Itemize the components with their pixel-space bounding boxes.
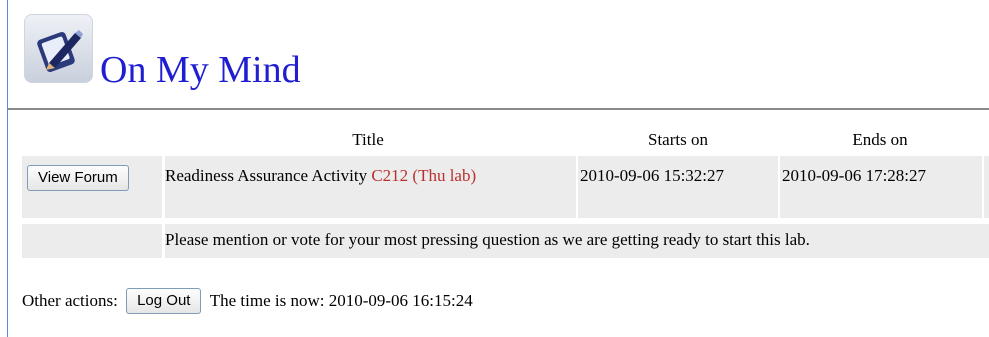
activity-room: C212 (Thu lab) (371, 166, 477, 185)
forum-table: Title Starts on Ends on View Forum Readi… (22, 126, 989, 258)
activity-title: Readiness Assurance Activity (165, 166, 368, 185)
starts-on-value: 2010-09-06 15:32:27 (580, 166, 725, 185)
title-cell: Readiness Assurance Activity C212 (Thu l… (165, 156, 576, 218)
other-actions-label: Other actions: (22, 291, 118, 311)
action-cell: View Forum (22, 156, 162, 218)
ends-on-value: 2010-09-06 17:28:27 (782, 166, 927, 185)
table-row: View Forum Readiness Assurance Activity … (22, 156, 989, 218)
row-end-cell (984, 156, 989, 218)
header: On My Mind (24, 14, 989, 98)
activity-description: Please mention or vote for your most pre… (165, 230, 810, 249)
pencil-notepad-icon (24, 14, 93, 83)
page-title: On My Mind (100, 49, 301, 91)
table-header: Title Starts on Ends on (22, 126, 989, 156)
column-header-starts-on: Starts on (648, 130, 708, 149)
log-out-button[interactable]: Log Out (126, 288, 202, 315)
header-divider (8, 108, 989, 110)
title-text-wrap: Readiness Assurance Activity C212 (Thu l… (165, 166, 476, 186)
description-row: Please mention or vote for your most pre… (22, 224, 989, 258)
current-time-text: The time is now: 2010-09-06 16:15:24 (209, 291, 473, 311)
footer: Other actions: Log Out The time is now: … (22, 286, 473, 315)
column-header-title: Title (352, 130, 384, 149)
left-border (7, 0, 8, 337)
description-spacer-cell (22, 224, 162, 258)
description-cell: Please mention or vote for your most pre… (165, 224, 989, 258)
column-header-ends-on: Ends on (852, 130, 908, 149)
starts-on-cell: 2010-09-06 15:32:27 (578, 156, 778, 218)
view-forum-button[interactable]: View Forum (27, 165, 129, 191)
ends-on-cell: 2010-09-06 17:28:27 (780, 156, 982, 218)
